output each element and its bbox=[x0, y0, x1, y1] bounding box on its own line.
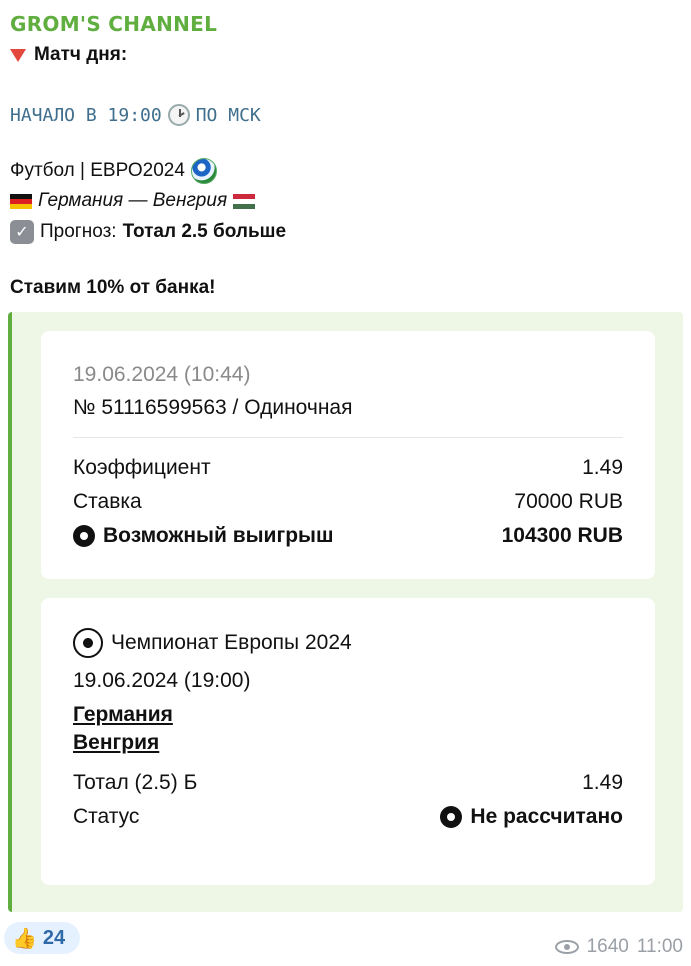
start-time-line: НАЧАЛО В 19:00 ПО МСК bbox=[10, 104, 261, 126]
forecast-value: Тотал 2.5 больше bbox=[122, 221, 287, 242]
eye-icon bbox=[554, 940, 579, 954]
market-row: Тотал (2.5) Б 1.49 bbox=[73, 771, 623, 795]
market-label: Тотал (2.5) Б bbox=[73, 771, 198, 794]
red-triangle-icon bbox=[10, 48, 26, 62]
reaction-thumbs-up[interactable]: 👍 24 bbox=[4, 922, 80, 954]
stake-label: Ставка bbox=[73, 490, 142, 513]
event-card: Чемпионат Европы 2024 19.06.2024 (19:00)… bbox=[41, 598, 655, 885]
sport-text: Футбол | ЕВРО2024 bbox=[10, 160, 185, 181]
possible-win-row: Возможный выигрыш 104300 RUB bbox=[73, 524, 623, 548]
target-dot-icon bbox=[73, 525, 95, 547]
start-time-text: НАЧАЛО В 19:00 bbox=[10, 104, 162, 126]
status-row: Статус Не рассчитано bbox=[73, 805, 623, 829]
status-dot-icon bbox=[440, 806, 463, 828]
teams-line: Германия — Венгрия bbox=[10, 190, 256, 212]
soccer-ball-icon bbox=[73, 628, 103, 658]
tournament-row: Чемпионат Европы 2024 bbox=[73, 628, 623, 658]
bet-datetime: 19.06.2024 (10:44) bbox=[73, 363, 251, 386]
coefficient-label: Коэффициент bbox=[73, 456, 211, 479]
teams-text: Германия — Венгрия bbox=[38, 190, 228, 211]
sport-line: Футбол | ЕВРО2024 bbox=[10, 158, 217, 184]
coefficient-value: 1.49 bbox=[582, 456, 623, 479]
tournament-name: Чемпионат Европы 2024 bbox=[111, 631, 352, 654]
start-time-suffix: ПО МСК bbox=[195, 104, 261, 126]
message-meta: 1640 11:00 bbox=[554, 936, 683, 958]
check-box-icon: ✓ bbox=[10, 220, 34, 244]
germany-flag-icon bbox=[10, 193, 32, 209]
forecast-line: ✓ Прогноз: Тотал 2.5 больше bbox=[10, 220, 286, 244]
message-bubble: GROM'S CHANNEL Матч дня: НАЧАЛО В 19:00 … bbox=[0, 0, 691, 966]
message-time: 11:00 bbox=[636, 936, 683, 957]
team1-row: Германия bbox=[73, 703, 623, 727]
hungary-flag-icon bbox=[233, 193, 256, 209]
possible-win-label: Возможный выигрыш bbox=[103, 524, 334, 547]
channel-name[interactable]: GROM'S CHANNEL bbox=[10, 12, 217, 36]
stake-row: Ставка 70000 RUB bbox=[73, 490, 623, 514]
match-title: Матч дня: bbox=[34, 44, 128, 65]
possible-win-value: 104300 RUB bbox=[501, 524, 623, 547]
team2-row: Венгрия bbox=[73, 731, 623, 755]
clock-icon bbox=[167, 104, 190, 126]
forecast-label: Прогноз: bbox=[40, 221, 117, 242]
euro-ball-icon bbox=[190, 158, 217, 184]
market-value: 1.49 bbox=[582, 771, 623, 794]
bet-number: № 51116599563 / Одиночная bbox=[73, 396, 353, 419]
team1-link[interactable]: Германия bbox=[73, 703, 173, 727]
status-value: Не рассчитано bbox=[470, 805, 623, 828]
reaction-count: 24 bbox=[42, 926, 66, 949]
coefficient-row: Коэффициент 1.49 bbox=[73, 456, 623, 480]
match-title-line: Матч дня: bbox=[10, 44, 127, 66]
stake-value: 70000 RUB bbox=[514, 490, 623, 513]
bank-line: Ставим 10% от банка! bbox=[10, 277, 216, 298]
event-datetime: 19.06.2024 (19:00) bbox=[73, 669, 251, 692]
views-count: 1640 bbox=[586, 936, 629, 957]
team2-link[interactable]: Венгрия bbox=[73, 731, 159, 755]
thumbs-up-icon: 👍 bbox=[12, 927, 37, 950]
bet-card: 19.06.2024 (10:44) № 51116599563 / Одино… bbox=[41, 331, 655, 579]
status-label: Статус bbox=[73, 805, 140, 828]
bet-divider bbox=[73, 437, 623, 438]
